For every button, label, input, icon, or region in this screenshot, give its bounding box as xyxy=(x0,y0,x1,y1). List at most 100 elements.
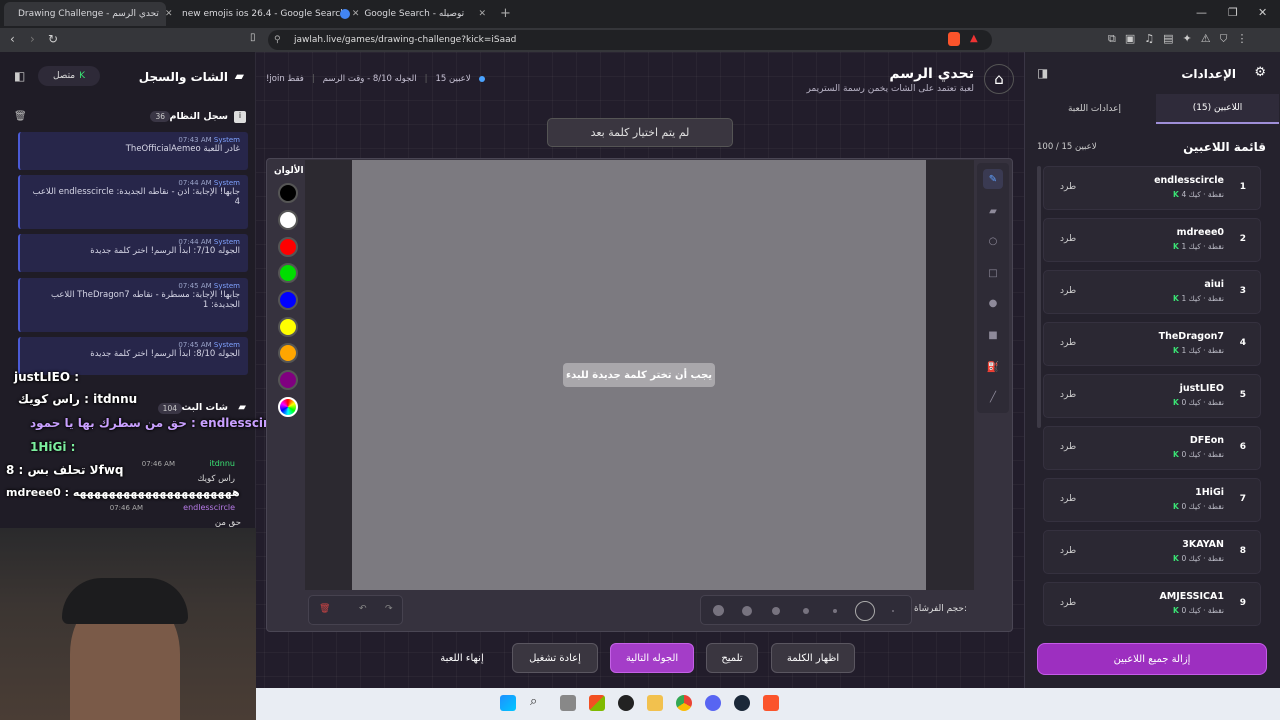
tab-label: Drawing Challenge - تحدي الرسم xyxy=(18,9,159,19)
url-field[interactable]: jawlah.live/games/drawing-challenge?kick… xyxy=(268,30,992,50)
search-icon[interactable]: ⌕ xyxy=(530,694,537,709)
forward-icon[interactable]: › xyxy=(30,32,35,46)
extensions-icons[interactable]: ⧉▣♫▤✦⚠⛉⋮ xyxy=(1108,32,1257,46)
player-name: mdreee0 xyxy=(1176,227,1224,238)
chat-text: راس كويك xyxy=(197,474,235,484)
end-game-button[interactable]: إنهاء اللعبة xyxy=(428,643,496,673)
player-score-text: 0 نقطة · كيك xyxy=(1181,450,1224,459)
collapse-panel-icon[interactable]: ◧ xyxy=(14,69,25,83)
color-swatch-orange[interactable] xyxy=(278,343,298,363)
trash-icon[interactable]: 🗑 xyxy=(14,111,27,122)
eraser-icon[interactable]: ▰ xyxy=(983,201,1003,221)
next-round-button[interactable]: الجوله التالية xyxy=(610,643,694,673)
store-icon[interactable] xyxy=(589,695,605,711)
kick-player-button[interactable]: طرد xyxy=(1060,546,1076,556)
discord-icon[interactable] xyxy=(705,695,721,711)
player-rank: 9 xyxy=(1239,598,1246,608)
brush-size-option[interactable] xyxy=(742,606,752,616)
kick-player-button[interactable]: طرد xyxy=(1060,234,1076,244)
window-close-icon[interactable]: ✕ xyxy=(1258,6,1267,19)
drawing-toolbar: ✎ ▰ ○ □ ● ■ ⛽ ╱ xyxy=(977,163,1009,413)
brave-rewards-icon[interactable]: ▲ xyxy=(970,33,978,44)
scrollbar[interactable] xyxy=(1037,166,1041,428)
kick-player-button[interactable]: طرد xyxy=(1060,390,1076,400)
redo-icon[interactable]: ↷ xyxy=(385,604,393,614)
windows-icon[interactable] xyxy=(500,695,516,711)
show-word-button[interactable]: اظهار الكلمة xyxy=(771,643,855,673)
canvas-hint-text: يجب أن تختر كلمة جديدة للبدء xyxy=(565,369,713,381)
clear-all-players-button[interactable]: إزالة جميع اللاعبين xyxy=(1037,643,1267,675)
brush-size-option[interactable] xyxy=(803,608,809,614)
color-swatch-green[interactable] xyxy=(278,263,298,283)
close-icon[interactable]: ✕ xyxy=(478,9,486,19)
tab-players[interactable]: اللاعبين (15) xyxy=(1156,94,1279,124)
filled-circle-icon[interactable]: ● xyxy=(983,293,1003,313)
tab-google-search-emojis[interactable]: new emojis ios 26.4 - Google Search ✕ xyxy=(168,2,359,26)
kick-player-button[interactable]: طرد xyxy=(1060,182,1076,192)
game-title: تحدي الرسم xyxy=(889,66,974,82)
restart-button[interactable]: إعادة تشغيل xyxy=(512,643,598,673)
filled-rectangle-icon[interactable]: ■ xyxy=(983,325,1003,345)
color-swatch-black[interactable] xyxy=(278,183,298,203)
system-message: 07:43 AM System TheOfficialAemeo غادر ال… xyxy=(18,132,248,170)
task-view-icon[interactable] xyxy=(560,695,576,711)
minimize-icon[interactable]: — xyxy=(1196,6,1207,19)
online-dot-icon xyxy=(478,76,485,82)
chrome-icon[interactable] xyxy=(676,695,692,711)
player-rank: 7 xyxy=(1239,494,1246,504)
fill-bucket-icon[interactable]: ⛽ xyxy=(983,357,1003,377)
site-info-icon[interactable]: ⚲ xyxy=(274,35,281,45)
rectangle-icon[interactable]: □ xyxy=(983,263,1003,283)
overlay-chat-line: حق من سطرك بها يا حمود : endlesscircle xyxy=(30,416,289,430)
player-card: 8 3KAYAN K 0 نقطة · كيك طرد xyxy=(1043,530,1261,574)
steam-icon[interactable] xyxy=(734,695,750,711)
player-name: DFEon xyxy=(1189,435,1224,446)
brave-icon[interactable] xyxy=(763,695,779,711)
brush-size-option-selected[interactable] xyxy=(855,601,875,621)
maximize-icon[interactable]: ❐ xyxy=(1228,6,1238,19)
message-text: TheOfficialAemeo غادر اللعبة xyxy=(125,144,240,154)
overlay-chat-line: لا تحلف بس : 8fwq xyxy=(6,463,124,477)
kick-player-button[interactable]: طرد xyxy=(1060,442,1076,452)
color-swatch-yellow[interactable] xyxy=(278,317,298,337)
color-swatch-blue[interactable] xyxy=(278,290,298,310)
circle-icon[interactable]: ○ xyxy=(983,231,1003,251)
brush-size-option[interactable] xyxy=(892,610,894,612)
players-online: 15 لاعبين xyxy=(435,74,471,84)
system-log-header[interactable]: i سجل النظام 36 🗑 xyxy=(0,108,256,130)
overlay-chat-line: راس كويك : itdnnu xyxy=(18,392,138,406)
brush-size-option[interactable] xyxy=(713,605,724,616)
pencil-icon[interactable]: ✎ xyxy=(983,169,1003,189)
brush-size-option[interactable] xyxy=(833,609,837,613)
player-card: 2 mdreee0 K 1 نقطة · كيك طرد xyxy=(1043,218,1261,262)
player-rank: 1 xyxy=(1239,182,1246,192)
custom-color-picker[interactable] xyxy=(278,397,298,417)
collapse-panel-icon[interactable]: ◨ xyxy=(1037,66,1048,80)
bookmark-icon[interactable]: ▯ xyxy=(250,32,256,43)
brave-shield-icon[interactable] xyxy=(948,32,960,46)
reload-icon[interactable]: ↻ xyxy=(48,32,58,46)
color-swatch-white[interactable] xyxy=(278,210,298,230)
tab-game-settings[interactable]: إعدادات اللعبة xyxy=(1033,94,1156,124)
player-score: K 4 نقطة · كيك xyxy=(1173,190,1224,199)
obs-icon[interactable] xyxy=(618,695,634,711)
home-button[interactable]: ⌂ xyxy=(984,64,1014,94)
trash-icon[interactable]: 🗑 xyxy=(319,604,330,614)
new-tab-icon[interactable]: + xyxy=(500,6,511,21)
kick-player-button[interactable]: طرد xyxy=(1060,598,1076,608)
line-icon[interactable]: ╱ xyxy=(983,387,1003,407)
tab-drawing-challenge[interactable]: Drawing Challenge - تحدي الرسم ✕ xyxy=(4,2,172,26)
back-icon[interactable]: ‹ xyxy=(10,32,15,46)
tab-google-search-tawsila[interactable]: Google Search - توصيله ✕ xyxy=(332,2,494,26)
hint-button[interactable]: تلميح xyxy=(706,643,758,673)
folder-icon[interactable] xyxy=(647,695,663,711)
kick-player-button[interactable]: طرد xyxy=(1060,338,1076,348)
brush-size-option[interactable] xyxy=(772,607,780,615)
kick-player-button[interactable]: طرد xyxy=(1060,286,1076,296)
player-name: 3KAYAN xyxy=(1182,539,1224,550)
kick-player-button[interactable]: طرد xyxy=(1060,494,1076,504)
undo-icon[interactable]: ↶ xyxy=(359,604,367,614)
message-time: 07:44 AM xyxy=(178,179,212,187)
color-swatch-purple[interactable] xyxy=(278,370,298,390)
color-swatch-red[interactable] xyxy=(278,237,298,257)
